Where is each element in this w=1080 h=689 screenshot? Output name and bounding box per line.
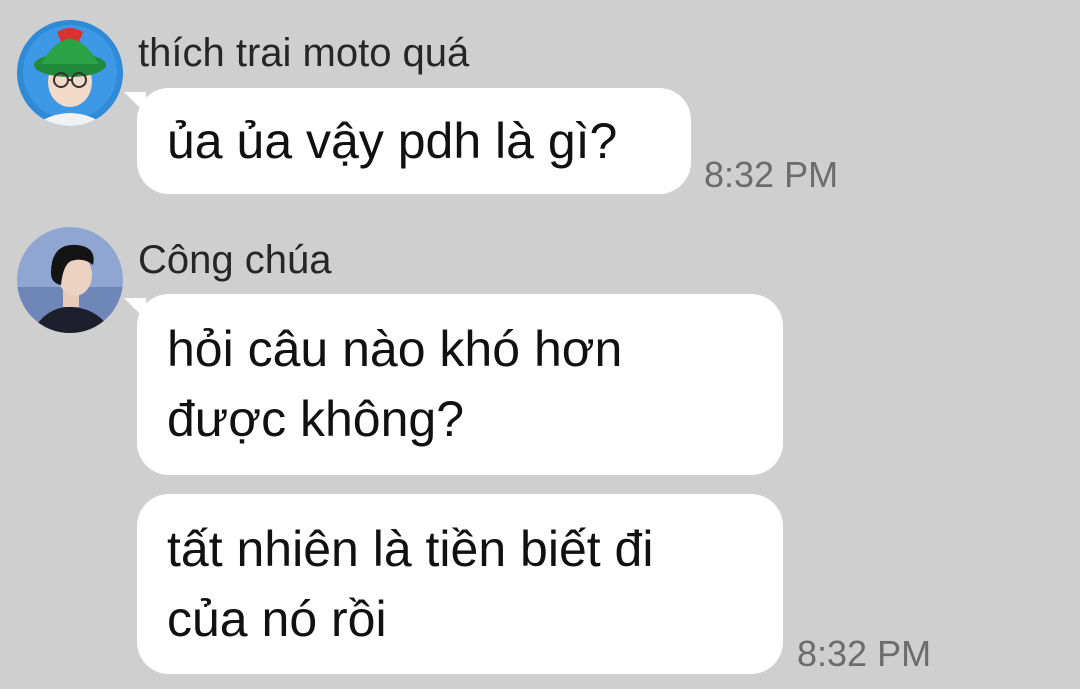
sender-name: Công chúa <box>138 238 332 282</box>
avatar[interactable] <box>17 20 123 126</box>
message-text: được không? <box>167 391 464 447</box>
message-text: ủa ủa vậy pdh là gì? <box>167 113 618 169</box>
avatar-photo-icon <box>17 20 123 126</box>
message-bubble[interactable]: tất nhiên là tiền biết đi của nó rồi <box>137 494 783 674</box>
message-text: hỏi câu nào khó hơn <box>167 321 623 377</box>
avatar[interactable] <box>17 227 123 333</box>
message-bubble[interactable]: hỏi câu nào khó hơn được không? <box>137 294 783 475</box>
message-text: của nó rồi <box>167 591 387 647</box>
avatar-photo-icon <box>17 227 123 333</box>
sender-name: thích trai moto quá <box>138 31 470 75</box>
message-timestamp: 8:32 PM <box>704 154 839 195</box>
message-timestamp: 8:32 PM <box>797 633 932 674</box>
message-bubble[interactable]: ủa ủa vậy pdh là gì? <box>137 88 691 194</box>
message-text: tất nhiên là tiền biết đi <box>167 521 654 577</box>
